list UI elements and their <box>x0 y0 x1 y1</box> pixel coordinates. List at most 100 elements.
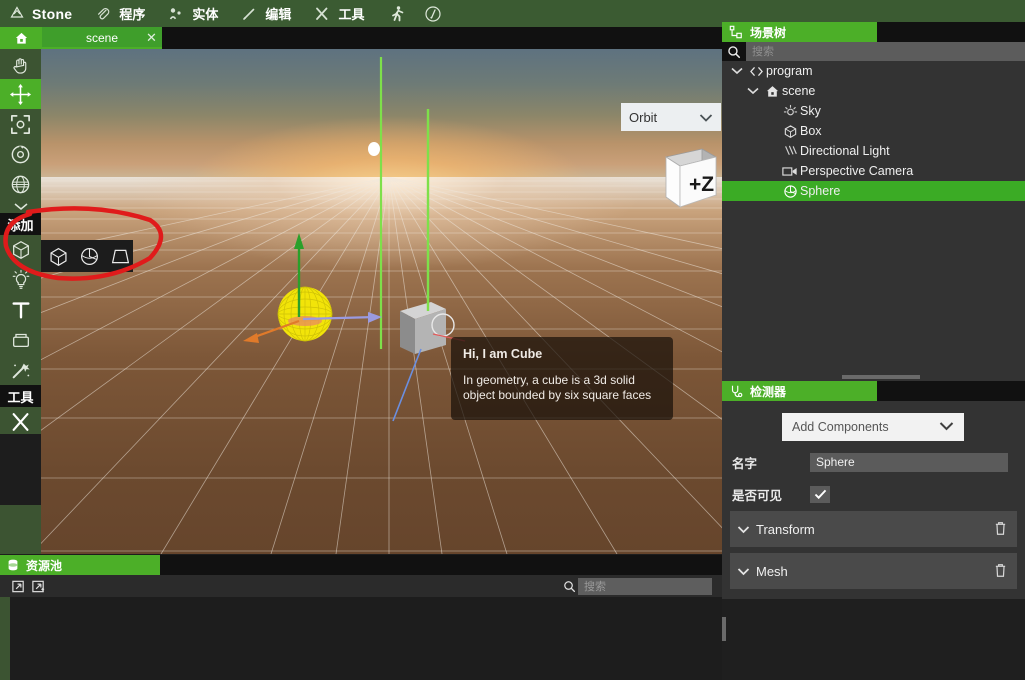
resource-pool-title: 资源池 <box>26 558 63 573</box>
right-dock-splitter[interactable] <box>722 617 726 641</box>
search-icon <box>560 580 578 593</box>
app-logo[interactable]: Stone <box>0 5 72 23</box>
tool-hammer[interactable] <box>0 407 41 437</box>
hand-icon <box>13 57 27 74</box>
tree-node-label: Sphere <box>800 184 841 198</box>
camera-mode-select[interactable]: Orbit <box>621 103 721 131</box>
tree-node-scene[interactable]: scene <box>722 81 1025 101</box>
component-transform[interactable]: Transform <box>730 511 1017 547</box>
entity-icon <box>167 5 185 23</box>
view-cube[interactable]: +Z <box>658 145 720 217</box>
chevron-down-icon[interactable] <box>730 567 756 576</box>
component-mesh[interactable]: Mesh <box>730 553 1017 589</box>
text-icon <box>11 302 30 319</box>
home-icon <box>762 84 782 99</box>
scene-tree-empty-space <box>722 201 1025 276</box>
add-plane-button[interactable] <box>107 243 133 269</box>
chevron-down-icon <box>699 111 713 126</box>
rotate-icon <box>11 145 30 163</box>
scene-tree-search-input[interactable] <box>746 42 1025 61</box>
tree-node-label: Box <box>800 124 822 138</box>
plane-shape-icon <box>111 249 129 263</box>
cube-icon <box>780 124 800 139</box>
scene-tree-filler <box>722 281 1025 641</box>
tree-node-program[interactable]: program <box>722 61 1025 81</box>
tree-node-directional-light[interactable]: Directional Light <box>722 141 1025 161</box>
sun-icon <box>780 104 800 119</box>
tooltip-body: In geometry, a cube is a 3d solid object… <box>463 373 652 402</box>
tree-node-sphere[interactable]: Sphere <box>722 181 1025 201</box>
code-icon <box>746 65 766 78</box>
cube-object <box>400 302 446 354</box>
chevron-down-icon[interactable] <box>744 87 762 95</box>
tool-global[interactable] <box>0 169 41 199</box>
add-cube-button[interactable] <box>46 243 72 269</box>
tool-magic-wand[interactable] <box>0 355 41 385</box>
object-tooltip: Hi, I am Cube In geometry, a cube is a 3… <box>451 337 673 420</box>
menu-right-icons <box>388 5 442 23</box>
add-primitive-flyout <box>41 240 133 272</box>
rail-section-add[interactable]: 添加 <box>0 213 41 235</box>
home-icon <box>15 32 27 44</box>
add-components-select[interactable]: Add Components <box>782 413 964 441</box>
tree-node-label: Sky <box>800 104 821 118</box>
menu-item-entity[interactable]: 实体 <box>167 4 218 23</box>
scene-viewport[interactable]: Orbit +Z Hi, I am Cube In geometry, a cu… <box>41 49 722 554</box>
chevron-down-icon <box>939 420 954 434</box>
scene-tree-tab[interactable]: 场景树 <box>722 22 877 42</box>
light-bulb-icon <box>12 269 29 289</box>
add-asset-button[interactable] <box>28 577 48 595</box>
rail-section-tools[interactable]: 工具 <box>0 385 41 407</box>
visible-checkbox[interactable] <box>810 485 830 503</box>
chevron-down-icon <box>14 202 27 210</box>
run-icon[interactable] <box>388 5 406 23</box>
tool-add-text[interactable] <box>0 295 41 325</box>
menu-label-tools: 工具 <box>338 7 365 22</box>
tree-node-box[interactable]: Box <box>722 121 1025 141</box>
magic-wand-icon <box>12 363 30 379</box>
name-input[interactable] <box>810 452 1008 472</box>
menu-item-program[interactable]: 程序 <box>94 4 145 23</box>
trash-icon[interactable] <box>994 521 1007 539</box>
tab-close-icon[interactable]: ✕ <box>144 30 159 45</box>
tool-add-container[interactable] <box>0 325 41 355</box>
sphere-icon <box>780 184 800 199</box>
chevron-down-icon[interactable] <box>728 67 746 75</box>
inspector-title: 检测器 <box>750 384 787 399</box>
tool-rotate[interactable] <box>0 139 41 169</box>
container-icon <box>12 333 29 348</box>
menu-item-edit[interactable]: 编辑 <box>240 4 291 23</box>
field-label-visible: 是否可见 <box>732 488 783 503</box>
cube-axis-z <box>392 348 422 422</box>
resource-pool-tab[interactable]: 资源池 <box>0 555 160 575</box>
inspector-empty-area <box>722 599 1025 680</box>
chevron-down-icon[interactable] <box>730 525 756 534</box>
scene-tree-title: 场景树 <box>750 25 787 40</box>
tool-hand[interactable] <box>0 49 41 79</box>
resource-pool-search <box>560 578 716 595</box>
move-icon <box>9 83 32 105</box>
tab-scene-label: scene <box>85 31 119 45</box>
inspector-horizontal-scrollbar[interactable] <box>842 375 920 379</box>
import-asset-button[interactable] <box>8 577 28 595</box>
menu-item-tools[interactable]: 工具 <box>313 4 364 23</box>
tree-node-sky[interactable]: Sky <box>722 101 1025 121</box>
rail-empty-area <box>0 434 41 505</box>
info-icon[interactable] <box>424 5 442 23</box>
tool-add-primitive[interactable] <box>0 235 41 265</box>
resource-pool-content <box>0 597 722 680</box>
trash-icon[interactable] <box>994 563 1007 581</box>
add-sphere-button[interactable] <box>77 243 103 269</box>
tool-add-light[interactable] <box>0 265 41 295</box>
inspector-tab[interactable]: 检测器 <box>722 381 877 401</box>
resource-pool-search-input[interactable] <box>578 578 712 595</box>
home-tab-button[interactable] <box>0 27 42 49</box>
tree-node-label: scene <box>782 84 816 98</box>
camera-mode-value: Orbit <box>629 109 658 125</box>
rail-collapse-caret[interactable] <box>0 199 41 213</box>
sun-disc <box>368 142 380 156</box>
tool-scale[interactable] <box>0 109 41 139</box>
tree-node-perspective-camera[interactable]: Perspective Camera <box>722 161 1025 181</box>
tool-move[interactable] <box>0 79 41 109</box>
stone-logo-icon <box>8 5 26 23</box>
